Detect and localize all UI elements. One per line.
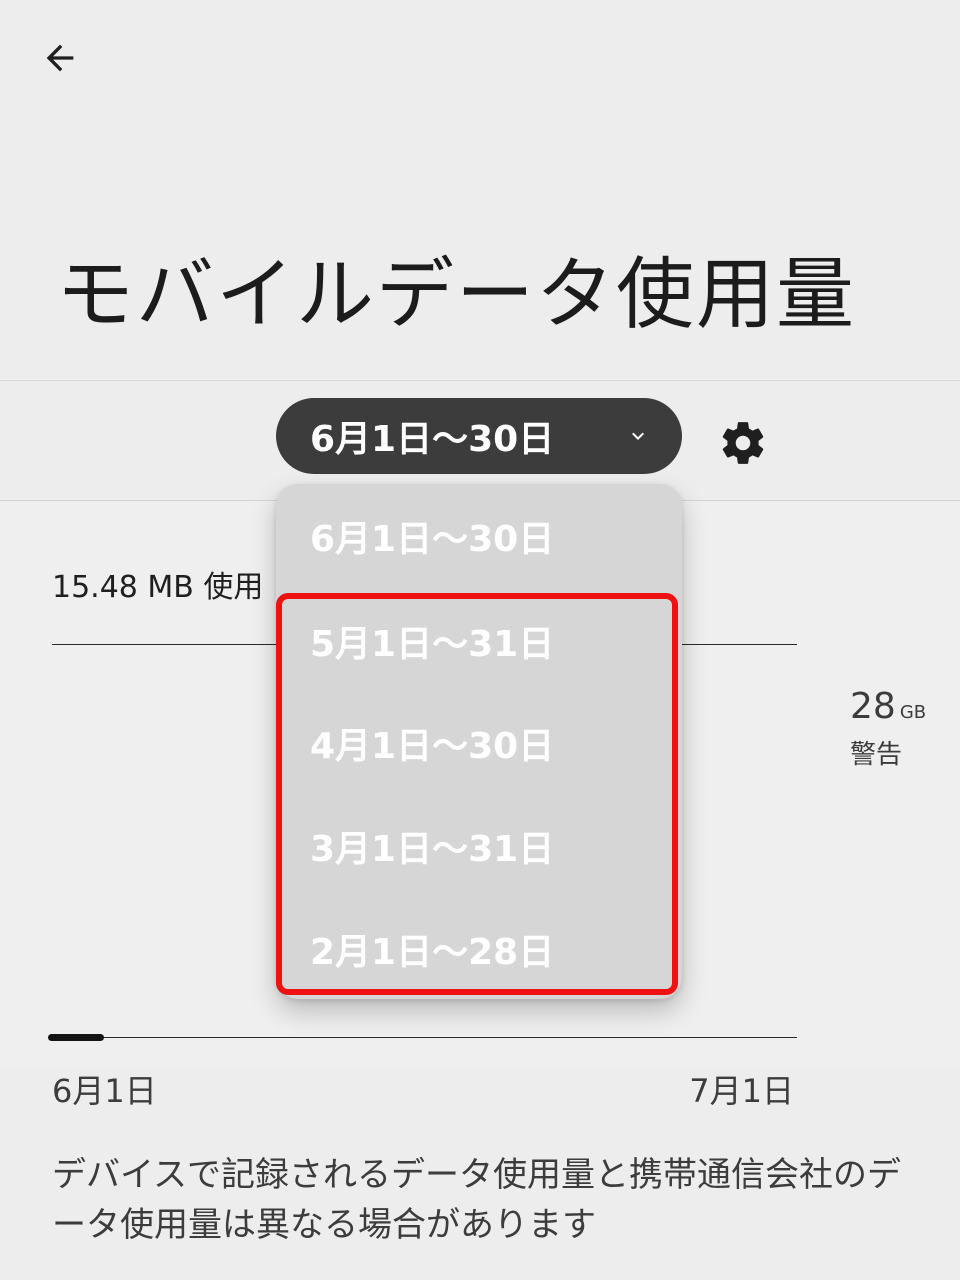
divider (0, 380, 960, 381)
chart-baseline (52, 1037, 797, 1038)
warning-amount: 28 (850, 686, 896, 727)
usage-amount: 15.48 MB 使用 (52, 570, 264, 605)
dropdown-item[interactable]: 6月1日〜30日 (276, 484, 682, 587)
dropdown-item-label: 6月1日〜30日 (310, 518, 555, 560)
settings-button[interactable] (712, 412, 774, 474)
dropdown-item-label: 5月1日〜31日 (310, 623, 555, 665)
cycle-selector-label: 6月1日〜30日 (310, 419, 555, 460)
dropdown-item[interactable]: 5月1日〜31日 (276, 589, 682, 692)
back-arrow-icon (46, 44, 74, 72)
back-button[interactable] (28, 30, 92, 86)
cycle-start-date: 6月1日 (52, 1072, 157, 1110)
usage-disclaimer: デバイスで記録されるデータ使用量と携帯通信会社のデータ使用量は異なる場合がありま… (52, 1155, 901, 1245)
dropdown-item[interactable]: 2月1日〜28日 (276, 897, 682, 1000)
usage-progress-bar (48, 1034, 104, 1041)
dropdown-item[interactable]: 3月1日〜31日 (276, 794, 682, 897)
cycle-dropdown-menu: 6月1日〜30日 5月1日〜31日 4月1日〜30日 3月1日〜31日 2月1日… (276, 484, 682, 999)
dropdown-item-label: 4月1日〜30日 (310, 725, 555, 767)
page-title: モバイルデータ使用量 (56, 250, 857, 340)
dropdown-item[interactable]: 4月1日〜30日 (276, 691, 682, 794)
dropdown-item-label: 2月1日〜28日 (310, 931, 555, 973)
warning-unit: GB (899, 702, 927, 723)
data-usage-screen: モバイルデータ使用量 6月1日〜30日 15.48 MB 使用 28 GB 警告 … (0, 0, 960, 1280)
gear-icon (722, 422, 764, 464)
cycle-selector[interactable]: 6月1日〜30日 (276, 398, 682, 474)
cycle-end-date: 7月1日 (689, 1072, 794, 1110)
warning-label: 警告 (850, 740, 903, 770)
dropdown-item-label: 3月1日〜31日 (310, 828, 555, 870)
chevron-down-icon (632, 432, 644, 440)
warning-value: 28 GB (850, 686, 926, 727)
